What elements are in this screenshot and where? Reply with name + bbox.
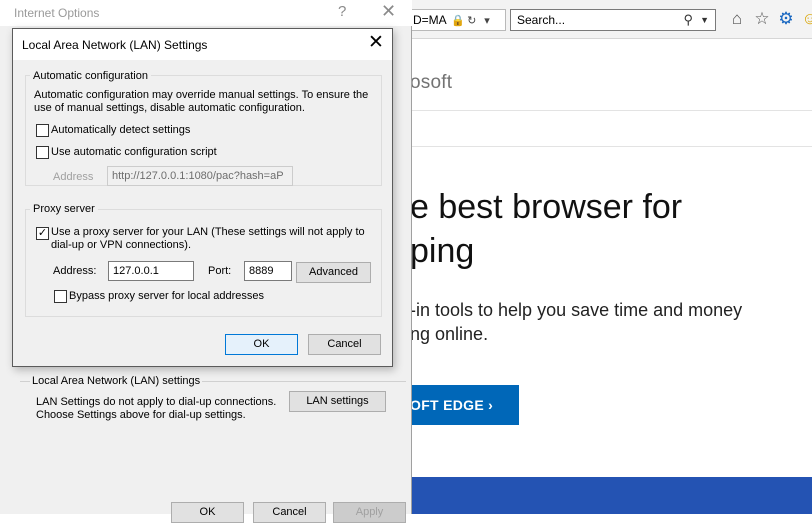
script-address-label: Address [53,171,94,183]
close-icon[interactable]: ✕ [381,1,396,22]
address-bar[interactable]: D=MA 🔒 ↻ ▾ [408,9,506,31]
lan-description-line2: Choose Settings above for dial-up settin… [36,409,246,421]
hero-subtext-line2: ng online. [410,324,489,344]
gear-icon[interactable]: ⚙ [776,9,796,29]
bypass-local-label[interactable]: Bypass proxy server for local addresses [69,290,264,302]
lan-description-line1: LAN Settings do not apply to dial-up con… [36,396,277,408]
use-proxy-checkbox[interactable]: ✓ [36,227,49,240]
hero-subtext-line1: -in tools to help you save time and mone… [410,300,743,320]
auto-config-script-label[interactable]: Use automatic configuration script [51,146,217,158]
hero-headline-line1: e best browser for [410,188,683,226]
smiley-feedback-icon[interactable]: ☺ [800,9,812,29]
ok-button[interactable]: OK [225,334,298,355]
auto-detect-label[interactable]: Automatically detect settings [51,124,190,136]
lan-group-label: Local Area Network (LAN) settings [30,375,203,387]
favorites-star-icon[interactable]: ☆ [752,9,772,29]
proxy-server-group-label: Proxy server [30,203,98,215]
nav-divider [408,146,812,147]
lan-settings-dialog: Local Area Network (LAN) Settings ✕ Auto… [12,28,393,367]
hero-headline-line2: ping [410,232,475,270]
cancel-button[interactable]: Cancel [308,334,381,355]
chevron-down-icon[interactable]: ▾ [482,11,492,30]
internet-options-title: Internet Options [14,6,100,20]
proxy-port-field[interactable]: 8889 [244,261,292,281]
lock-icon: 🔒 [451,15,466,27]
proxy-address-label: Address: [53,265,97,277]
lan-settings-button[interactable]: LAN settings [289,391,386,412]
cancel-button[interactable]: Cancel [253,502,326,523]
address-text: D=MA [413,13,447,27]
proxy-port-label: Port: [208,265,232,277]
ok-button[interactable]: OK [171,502,244,523]
search-dropdown-icon[interactable]: ▼ [700,10,709,30]
home-icon[interactable]: ⌂ [727,9,747,29]
auto-config-script-checkbox[interactable] [36,146,49,159]
help-icon[interactable]: ? [338,3,346,20]
proxy-address-field[interactable]: 127.0.0.1 [108,261,194,281]
search-icon[interactable]: ⚲ [683,10,693,30]
lan-dialog-title: Local Area Network (LAN) Settings [22,38,208,52]
use-proxy-label-line1[interactable]: Use a proxy server for your LAN (These s… [51,226,365,238]
apply-button[interactable]: Apply [333,502,406,523]
nav-divider [408,110,812,111]
auto-detect-checkbox[interactable] [36,124,49,137]
search-input[interactable]: Search... ⚲ ▼ [510,9,716,31]
search-placeholder: Search... [517,13,566,27]
script-address-field[interactable]: http://127.0.0.1:1080/pac?hash=aP [107,166,293,186]
microsoft-logo-text: osoft [410,72,453,93]
download-edge-button[interactable]: OFT EDGE › [408,385,519,425]
bypass-local-checkbox[interactable] [54,290,67,303]
refresh-icon[interactable]: ↻ [467,11,477,30]
auto-config-desc-line1: Automatic configuration may override man… [34,89,369,101]
auto-config-desc-line2: use of manual settings, disable automati… [34,102,305,114]
auto-config-group-label: Automatic configuration [30,70,151,82]
close-icon[interactable]: ✕ [368,33,384,53]
use-proxy-label-line2[interactable]: dial-up or VPN connections). [51,239,191,251]
advanced-button[interactable]: Advanced [296,262,371,283]
